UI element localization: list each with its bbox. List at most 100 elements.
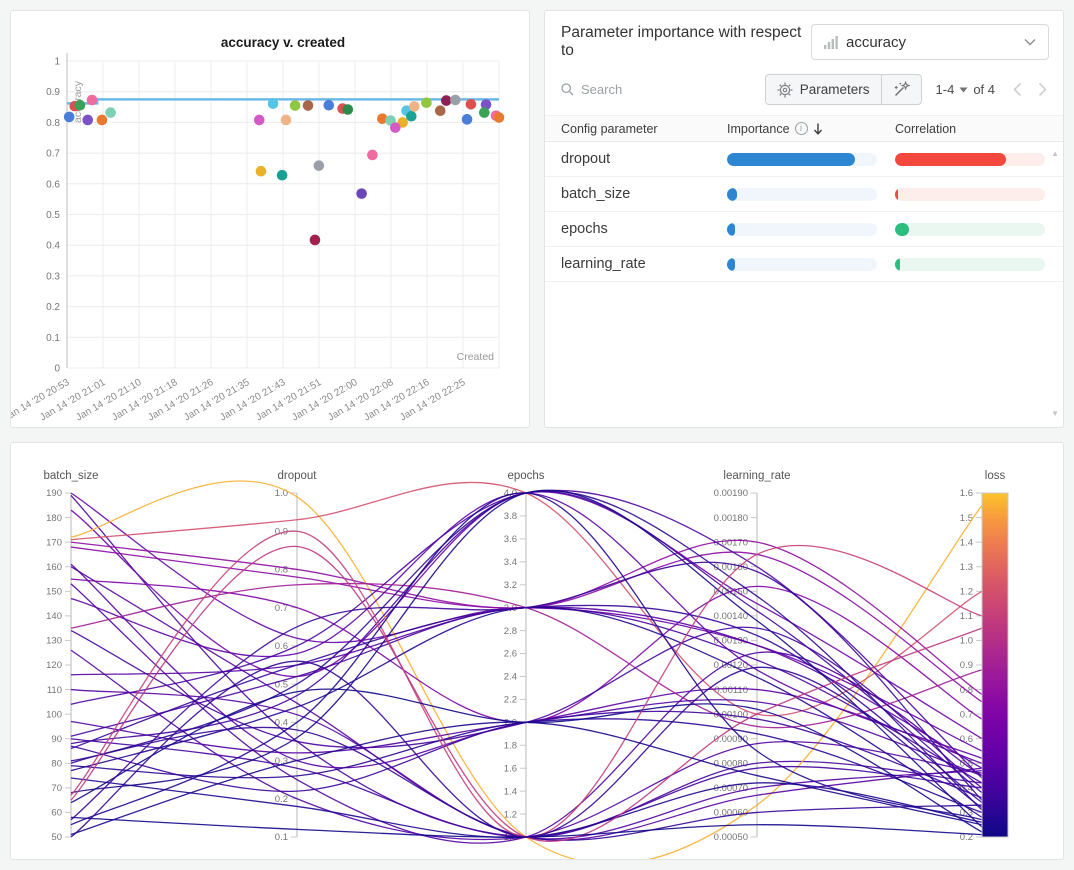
scatter-point[interactable] — [494, 112, 505, 123]
scrollbar-up-arrow[interactable]: ▲ — [1051, 149, 1059, 158]
scatter-point[interactable] — [256, 166, 267, 177]
scatter-point[interactable] — [323, 100, 334, 111]
loss-colorbar[interactable] — [982, 493, 1008, 837]
tick-label: 1.2 — [960, 586, 973, 597]
metric-select[interactable]: accuracy — [811, 24, 1049, 60]
parallel-coordinates-chart[interactable]: 5060708090100110120130140150160170180190… — [11, 443, 1063, 859]
scatter-point[interactable] — [356, 188, 367, 199]
panel-title: Parameter importance with respect to — [561, 24, 811, 60]
table-row[interactable]: epochs — [545, 212, 1063, 247]
y-tick-label: 0.1 — [46, 333, 60, 344]
column-config-parameter: Config parameter — [561, 122, 727, 136]
axis-title-epochs: epochs — [507, 470, 544, 482]
tick-label: 2.4 — [504, 672, 517, 683]
importance-header: Parameter importance with respect to acc… — [545, 11, 1063, 68]
tick-label: 130 — [46, 636, 62, 647]
tick-label: 0.9 — [960, 660, 973, 671]
table-row[interactable]: learning_rate — [545, 247, 1063, 282]
x-tick-label: Jan 14 '20 22:25 — [398, 377, 468, 424]
parameter-importance-panel: Parameter importance with respect to acc… — [544, 10, 1064, 428]
scrollbar-down-arrow[interactable]: ▼ — [1051, 409, 1059, 418]
table-row[interactable]: batch_size — [545, 177, 1063, 212]
scatter-point[interactable] — [277, 170, 288, 181]
importance-bar — [727, 258, 877, 271]
y-tick-label: 0.4 — [46, 241, 60, 252]
scatter-point[interactable] — [105, 107, 116, 118]
tick-label: 0.00170 — [714, 537, 748, 548]
scatter-point[interactable] — [75, 100, 86, 111]
tick-label: 120 — [46, 660, 62, 671]
scatter-point[interactable] — [87, 95, 98, 106]
search-box[interactable] — [561, 82, 765, 97]
tick-label: 1.6 — [960, 488, 973, 499]
scatter-point[interactable] — [314, 160, 325, 171]
parameters-button-label: Parameters — [800, 82, 870, 97]
importance-bar — [727, 223, 877, 236]
tick-label: 0.00140 — [714, 611, 748, 622]
chart-title: accuracy v. created — [221, 35, 345, 50]
search-icon — [561, 83, 574, 96]
scatter-point[interactable] — [441, 95, 452, 106]
importance-bar — [727, 188, 877, 201]
table-actions: Parameters — [765, 74, 922, 105]
tick-label: 1.0 — [960, 636, 973, 647]
scatter-point[interactable] — [290, 100, 301, 111]
y-tick-label: 0.7 — [46, 149, 60, 160]
tick-label: 1.5 — [960, 513, 973, 524]
bar-chart-icon — [824, 36, 838, 49]
sort-desc-icon — [813, 123, 823, 135]
tick-label: 0.00080 — [714, 758, 748, 769]
scatter-point[interactable] — [466, 99, 477, 110]
column-correlation[interactable]: Correlation — [895, 122, 1047, 136]
search-input[interactable] — [581, 82, 691, 97]
scatter-point[interactable] — [82, 115, 93, 126]
importance-bar-fill — [727, 188, 737, 201]
scatter-point[interactable] — [406, 111, 417, 122]
config-parameter-name: dropout — [561, 151, 727, 167]
pagination[interactable]: 1-4 of 4 — [936, 82, 995, 97]
importance-bar-fill — [727, 153, 855, 166]
chevron-right-icon[interactable] — [1038, 82, 1047, 97]
tick-label: 3.6 — [504, 534, 517, 545]
scatter-point[interactable] — [64, 112, 75, 123]
scatter-point[interactable] — [409, 101, 420, 112]
scatter-point[interactable] — [310, 235, 321, 246]
metric-select-value: accuracy — [846, 34, 1016, 51]
column-importance[interactable]: Importance i — [727, 122, 895, 136]
scatter-point[interactable] — [97, 115, 108, 126]
correlation-bar — [895, 153, 1045, 166]
scatter-point[interactable] — [450, 95, 461, 106]
magic-wand-button[interactable] — [881, 75, 921, 104]
axis-title-dropout: dropout — [277, 470, 317, 482]
y-tick-label: 0 — [54, 364, 60, 375]
correlation-bar-fill — [895, 153, 1006, 166]
tick-label: 0.00050 — [714, 832, 748, 843]
gear-icon — [777, 82, 793, 98]
parameters-button[interactable]: Parameters — [766, 75, 881, 104]
importance-bar — [727, 153, 877, 166]
scatter-point[interactable] — [367, 150, 378, 161]
tick-label: 60 — [51, 808, 62, 819]
correlation-bar-fill — [895, 223, 909, 236]
scatter-point[interactable] — [462, 114, 473, 125]
scatter-point[interactable] — [268, 98, 279, 109]
info-icon[interactable]: i — [795, 122, 808, 135]
table-row[interactable]: dropout — [545, 142, 1063, 177]
correlation-bar-fill — [895, 188, 898, 201]
tick-label: 190 — [46, 488, 62, 499]
scatter-point[interactable] — [435, 105, 446, 116]
tick-label: 80 — [51, 758, 62, 769]
scatter-point[interactable] — [479, 107, 490, 118]
scatter-point[interactable] — [343, 104, 354, 115]
tick-label: 3.4 — [504, 557, 517, 568]
axis-title-batch_size: batch_size — [44, 470, 99, 482]
scatter-point[interactable] — [281, 115, 292, 126]
tick-label: 50 — [51, 832, 62, 843]
scatter-point[interactable] — [390, 122, 401, 133]
chevron-left-icon[interactable] — [1013, 82, 1022, 97]
accuracy-vs-created-chart[interactable]: accuracy v. created00.10.20.30.40.50.60.… — [11, 11, 529, 427]
tick-label: 1.0 — [275, 488, 288, 499]
scatter-point[interactable] — [254, 115, 265, 126]
scatter-point[interactable] — [303, 100, 314, 111]
scatter-point[interactable] — [421, 97, 432, 108]
